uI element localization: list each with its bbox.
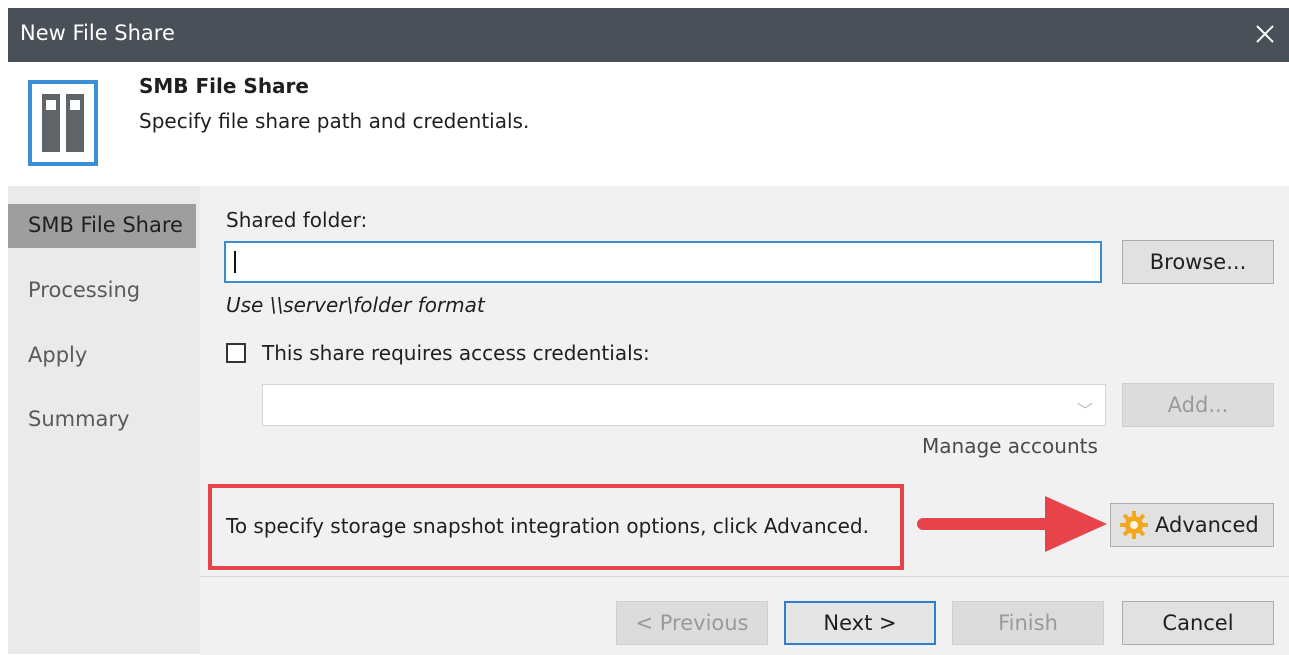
window-title: New File Share [20,21,175,45]
advanced-button-label: Advanced [1155,513,1259,537]
wizard-header: SMB File Share Specify file share path a… [8,62,1289,186]
close-button[interactable] [1247,16,1283,52]
step-smb-file-share[interactable]: SMB File Share [8,204,196,248]
step-label: Apply [28,343,88,367]
previous-button[interactable]: < Previous [616,601,768,645]
chevron-down-icon: ﹀ [1076,401,1093,420]
step-label: Processing [28,278,141,302]
step-processing[interactable]: Processing [8,269,196,313]
step-label: Summary [28,407,130,431]
callout-arrow-icon [917,496,1107,552]
highlight-box: To specify storage snapshot integration … [208,484,904,570]
window-titlebar: New File Share [8,8,1289,62]
page-subtitle: Specify file share path and credentials. [139,109,530,133]
credentials-checkbox-label[interactable]: This share requires access credentials: [262,341,650,365]
wizard-content: Shared folder: Browse... Use \\server\fo… [200,186,1289,576]
step-summary[interactable]: Summary [8,398,196,442]
close-icon [1256,25,1274,43]
step-label: SMB File Share [28,213,183,237]
gear-icon [1120,511,1148,539]
manage-accounts-link[interactable]: Manage accounts [922,434,1098,458]
advanced-button[interactable]: Advanced [1110,503,1274,547]
shared-folder-label: Shared folder: [226,208,368,232]
credentials-select[interactable]: ﹀ [262,384,1106,426]
next-button[interactable]: Next > [784,601,936,645]
path-format-hint: Use \\server\folder format [226,293,485,317]
credentials-checkbox[interactable] [226,343,246,363]
add-credentials-button[interactable]: Add... [1122,383,1274,427]
wizard-footer: < Previous Next > Finish Cancel [200,576,1289,655]
file-share-icon [28,80,98,166]
browse-button[interactable]: Browse... [1122,240,1274,284]
advanced-hint-text: To specify storage snapshot integration … [226,514,869,538]
cancel-button[interactable]: Cancel [1122,601,1274,645]
text-caret [234,251,236,273]
wizard-steps: SMB File Share Processing Apply Summary [8,186,200,654]
shared-folder-input[interactable] [224,241,1102,283]
finish-button[interactable]: Finish [952,601,1104,645]
page-title: SMB File Share [139,74,309,98]
step-apply[interactable]: Apply [8,334,196,378]
